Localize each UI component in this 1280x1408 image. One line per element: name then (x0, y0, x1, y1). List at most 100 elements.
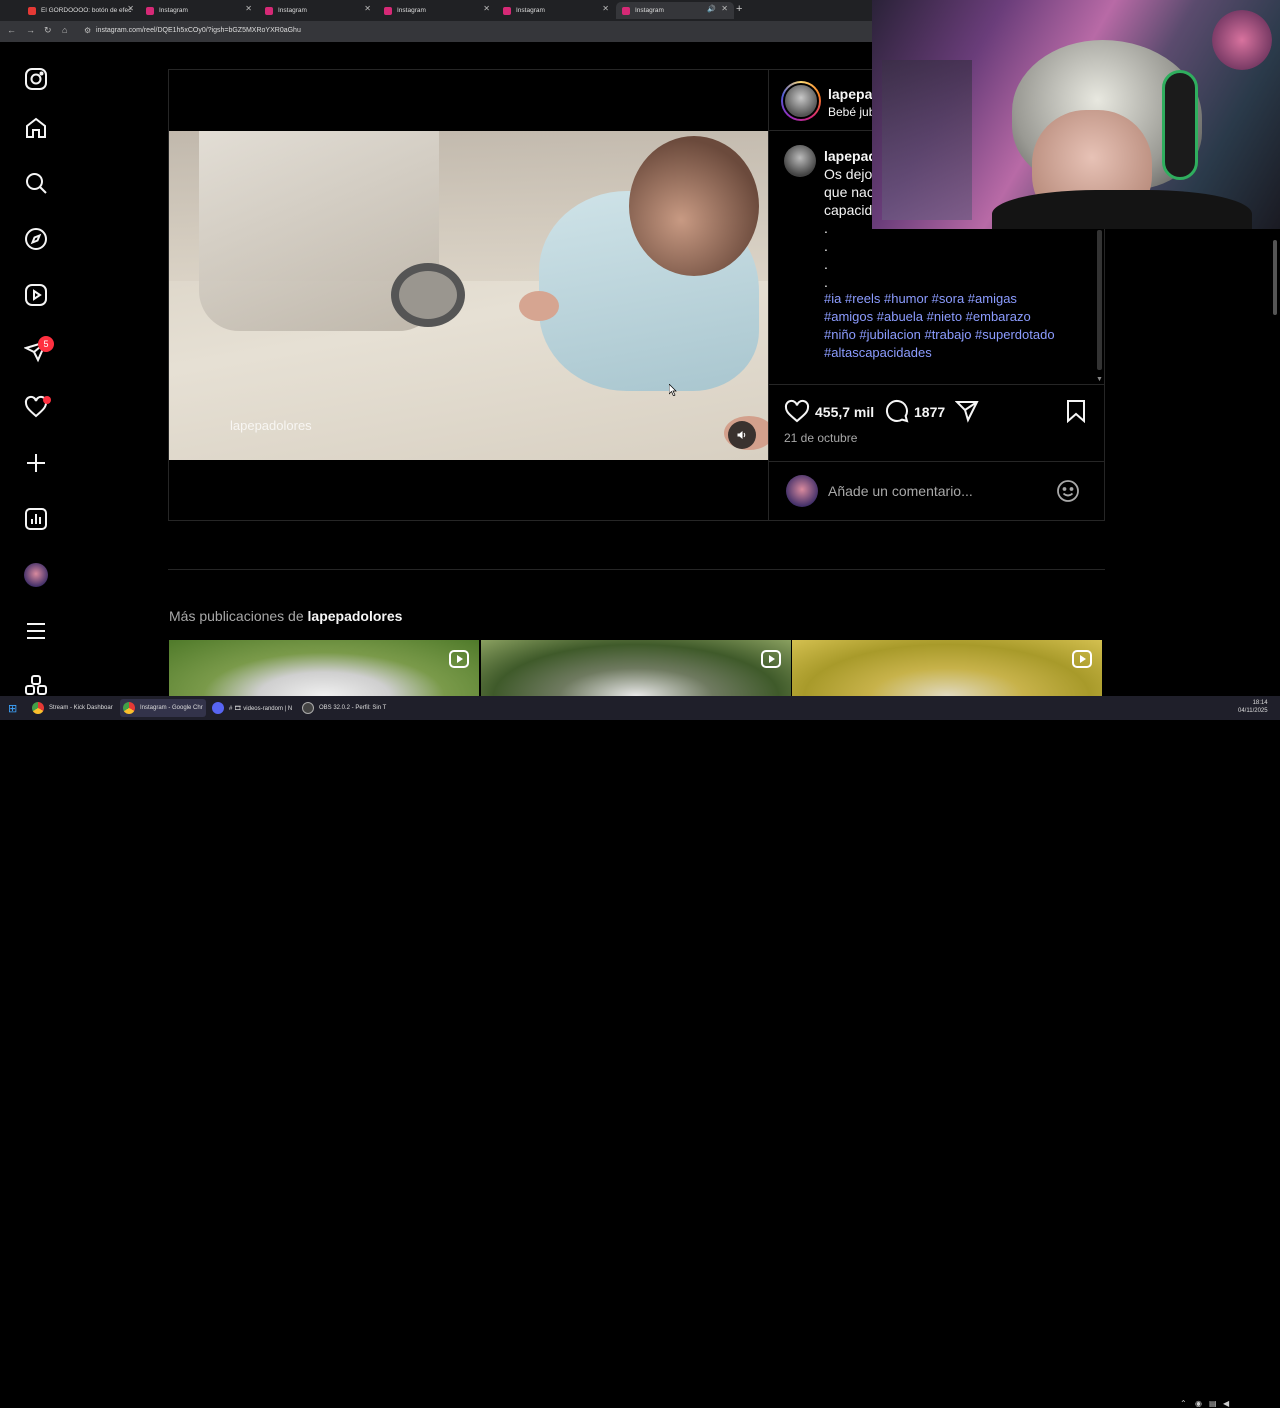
reload-icon[interactable]: ↻ (44, 25, 52, 36)
back-icon[interactable]: ← (7, 25, 16, 35)
post-thumbnail[interactable] (792, 640, 1102, 696)
mouse-cursor-icon (669, 384, 677, 396)
site-info-icon[interactable]: ⚙ (84, 26, 91, 35)
webcam-light (1212, 10, 1272, 70)
post-thumbnail[interactable] (481, 640, 791, 696)
microphone-icon[interactable]: ◉ (1195, 1399, 1202, 1408)
volume-icon[interactable]: ◀ (1223, 1399, 1229, 1408)
browser-tab[interactable]: Instagram ✕ (259, 2, 377, 19)
sidebar (0, 42, 72, 696)
webcam-headset (1162, 70, 1198, 180)
reel-video[interactable] (169, 131, 768, 460)
caption-avatar[interactable] (784, 145, 816, 177)
more-posts-username[interactable]: lapepadolores (308, 608, 403, 624)
reel-icon (761, 650, 781, 668)
browser-tab[interactable]: Instagram ✕ (378, 2, 496, 19)
instagram-logo-icon[interactable] (24, 67, 48, 91)
post-date[interactable]: 21 de octubre (784, 431, 857, 445)
speaker-icon[interactable]: 🔊 (707, 5, 716, 13)
menu-icon[interactable] (24, 619, 48, 643)
comments-count[interactable]: 1877 (914, 404, 945, 420)
hashtag-line[interactable]: #ia #reels #humor #sora #amigas (824, 290, 1094, 308)
windows-icon: ⊞ (8, 702, 18, 715)
taskbar: ⊞ Stream - Kick Dashboar Instagram - Goo… (0, 696, 1280, 1408)
save-icon[interactable] (1065, 399, 1087, 423)
likes-count[interactable]: 455,7 mil (815, 404, 874, 420)
close-tab-icon[interactable]: ✕ (127, 4, 134, 13)
forward-icon[interactable]: → (26, 25, 35, 35)
section-separator (168, 569, 1105, 570)
video-wheel (391, 263, 465, 327)
home-icon[interactable] (24, 116, 48, 140)
taskbar-item[interactable]: Stream - Kick Dashboar (32, 699, 113, 717)
share-icon[interactable] (955, 399, 979, 423)
close-tab-icon[interactable]: ✕ (364, 4, 371, 13)
youtube-favicon-icon (28, 6, 36, 15)
instagram-favicon-icon (265, 6, 273, 15)
video-watermark: lapepadolores (230, 418, 312, 433)
divider (769, 461, 1104, 462)
hashtag-line[interactable]: #amigos #abuela #nieto #embarazo (824, 308, 1094, 326)
browser-tab[interactable]: Instagram ✕ (497, 2, 615, 19)
instagram-favicon-icon (384, 6, 392, 15)
audio-toggle-button[interactable] (728, 421, 756, 449)
new-tab-button[interactable]: + (736, 3, 742, 15)
tray-chevron-icon[interactable]: ⌃ (1180, 1399, 1187, 1408)
author-avatar[interactable] (781, 81, 821, 121)
scroll-down-arrow-icon[interactable]: ▼ (1096, 376, 1103, 383)
messages-badge: 5 (38, 336, 54, 352)
hashtags[interactable]: #ia #reels #humor #sora #amigas #amigos … (824, 290, 1094, 362)
taskbar-item-active[interactable]: Instagram - Google Chr (120, 699, 206, 717)
browser-tab[interactable]: El GORDOOOO: botón de efec ✕ (22, 2, 140, 19)
taskbar-item[interactable]: OBS 32.0.2 - Perfil: Sin T (302, 699, 386, 717)
url-field[interactable]: instagram.com/reel/DQE1h5xCOy0/?igsh=bGZ… (96, 27, 301, 34)
system-clock[interactable]: 18:14 04/11/2025 (1238, 699, 1268, 715)
emoji-icon[interactable] (1056, 479, 1080, 503)
network-icon[interactable]: ▤ (1209, 1399, 1217, 1408)
search-icon[interactable] (24, 171, 48, 195)
close-tab-icon[interactable]: ✕ (721, 4, 728, 13)
chrome-icon (123, 702, 135, 714)
reels-icon[interactable] (24, 283, 48, 307)
hashtag-line[interactable]: #niño #jubilacion #trabajo #superdotado (824, 326, 1094, 344)
divider (769, 384, 1104, 385)
obs-icon (302, 702, 314, 714)
page-scrollbar[interactable] (1273, 240, 1277, 315)
panel-divider (768, 70, 769, 520)
more-posts-title: Más publicaciones de lapepadolores (169, 608, 403, 624)
current-user-avatar (786, 475, 818, 507)
audio-subtitle[interactable]: Bebé jub (828, 105, 875, 119)
caption-scrollbar[interactable] (1097, 230, 1102, 370)
taskbar-item[interactable]: # 🎞 videos-random | N (212, 699, 292, 717)
create-icon[interactable] (24, 451, 48, 475)
author-username[interactable]: lapepa (828, 86, 872, 102)
webcam-shelf (882, 60, 972, 220)
video-baby-hand (519, 291, 559, 321)
comment-icon[interactable] (885, 399, 909, 423)
comment-input[interactable] (828, 482, 1038, 500)
like-icon[interactable] (784, 399, 810, 423)
instagram-favicon-icon (503, 6, 511, 15)
profile-avatar[interactable] (24, 563, 48, 587)
close-tab-icon[interactable]: ✕ (245, 4, 252, 13)
instagram-favicon-icon (146, 6, 154, 15)
start-button[interactable]: ⊞ (8, 699, 17, 717)
dashboard-icon[interactable] (24, 507, 48, 531)
explore-icon[interactable] (24, 227, 48, 251)
browser-tab-active[interactable]: Instagram 🔊 ✕ (616, 2, 734, 19)
discord-icon (212, 702, 224, 714)
reel-icon (449, 650, 469, 668)
close-tab-icon[interactable]: ✕ (483, 4, 490, 13)
instagram-favicon-icon (622, 6, 630, 15)
webcam-overlay (872, 0, 1280, 229)
caption-username[interactable]: lapepad (824, 148, 877, 164)
reel-icon (1072, 650, 1092, 668)
speaker-icon (737, 431, 746, 439)
apps-icon[interactable] (24, 674, 48, 696)
post-thumbnail[interactable] (169, 640, 479, 696)
video-baby-head (629, 136, 759, 276)
home-icon[interactable]: ⌂ (62, 25, 67, 35)
close-tab-icon[interactable]: ✕ (602, 4, 609, 13)
browser-tab[interactable]: Instagram ✕ (140, 2, 258, 19)
hashtag-line[interactable]: #altascapacidades (824, 344, 1094, 362)
